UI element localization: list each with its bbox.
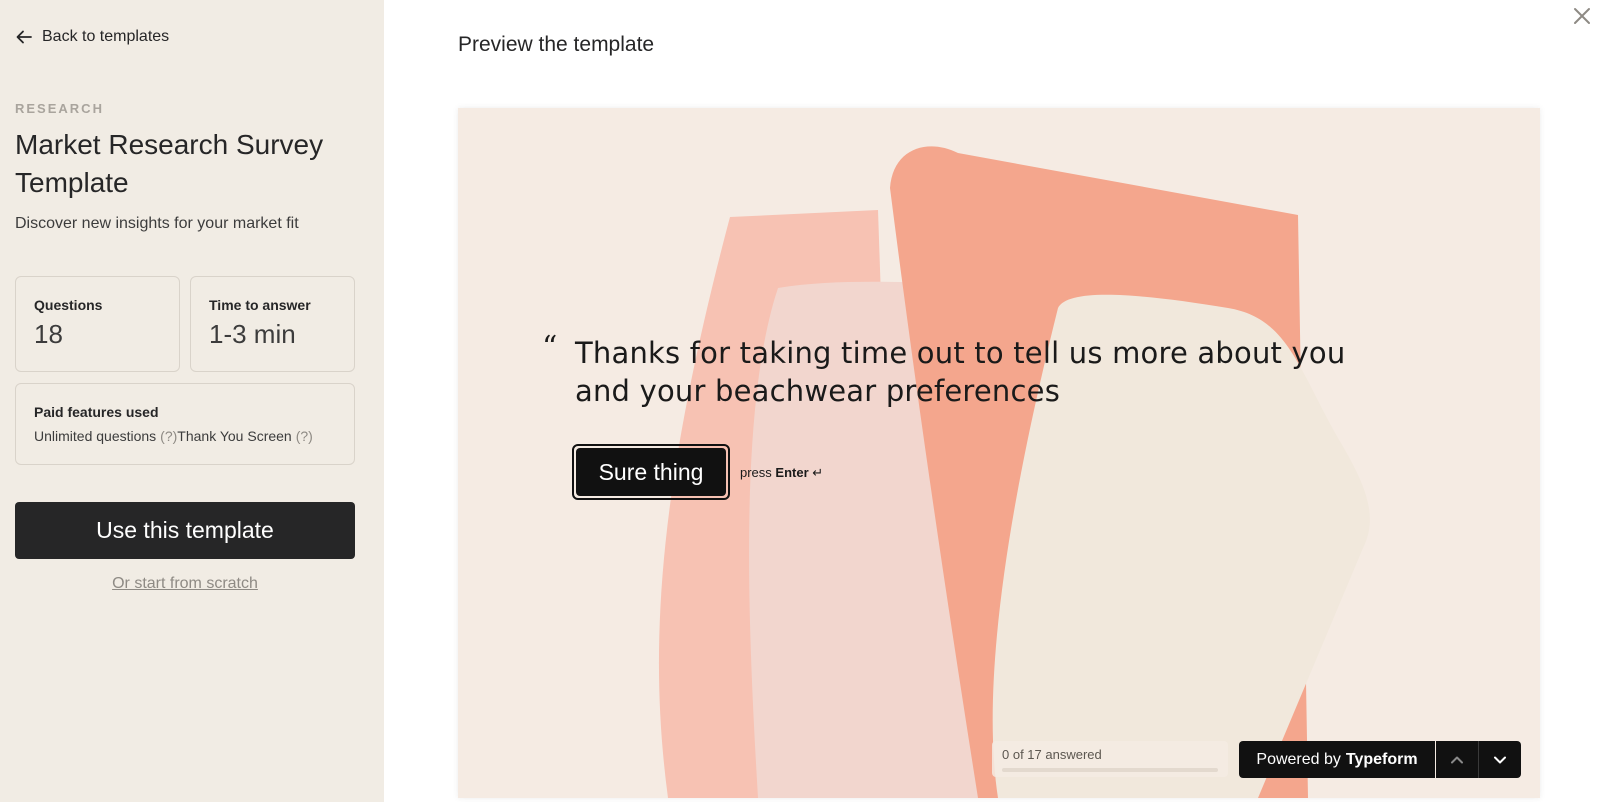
sure-thing-button[interactable]: Sure thing xyxy=(572,444,730,500)
paid-feature-unlimited-questions: Unlimited questions xyxy=(34,428,157,444)
time-value: 1-3 min xyxy=(209,319,296,349)
time-to-answer-card: Time to answer 1-3 min xyxy=(190,276,355,372)
back-to-templates-link[interactable]: Back to templates xyxy=(15,28,169,46)
progress-indicator: 0 of 17 answered xyxy=(992,741,1228,777)
paid-features-list: Unlimited questions (?) Thank You Screen… xyxy=(34,428,313,444)
questions-value: 18 xyxy=(34,319,63,349)
template-title: Market Research Survey Template xyxy=(15,129,324,198)
press-prefix: press xyxy=(740,465,772,480)
paid-features-label: Paid features used xyxy=(34,404,159,420)
arrow-left-icon xyxy=(16,30,32,44)
chevron-up-icon xyxy=(1451,756,1463,763)
powered-by-prefix: Powered by xyxy=(1256,750,1341,768)
help-icon[interactable]: (?) xyxy=(160,428,177,444)
paid-features-card: Paid features used Unlimited questions (… xyxy=(15,383,355,465)
progress-track xyxy=(1002,768,1218,772)
enter-return-icon: ↵ xyxy=(812,465,824,480)
powered-by-typeform-badge[interactable]: Powered by Typeform xyxy=(1239,741,1435,778)
previous-question-button[interactable] xyxy=(1436,741,1478,778)
start-from-scratch-link[interactable]: Or start from scratch xyxy=(15,575,355,593)
template-sidebar: Back to templates RESEARCH Market Resear… xyxy=(0,0,384,802)
typeform-brand: Typeform xyxy=(1345,750,1418,768)
paid-feature-thank-you-screen: Thank You Screen xyxy=(177,428,292,444)
quote-mark: “ xyxy=(542,330,558,365)
help-icon[interactable]: (?) xyxy=(296,428,313,444)
progress-text: 0 of 17 answered xyxy=(1002,747,1102,762)
template-category: RESEARCH xyxy=(15,101,104,116)
close-icon xyxy=(1574,8,1590,24)
enter-key-label: Enter xyxy=(775,465,809,480)
questions-card: Questions 18 xyxy=(15,276,180,372)
back-link-label: Back to templates xyxy=(42,28,170,45)
chevron-down-icon xyxy=(1494,756,1506,763)
template-preview-frame: “ Thanks for taking time out to tell us … xyxy=(458,108,1540,798)
close-button[interactable] xyxy=(1570,4,1594,28)
questions-label: Questions xyxy=(34,297,103,313)
use-template-button[interactable]: Use this template xyxy=(15,502,355,559)
sure-thing-label: Sure thing xyxy=(576,448,726,496)
time-label: Time to answer xyxy=(209,297,311,313)
welcome-screen-text: Thanks for taking time out to tell us mo… xyxy=(575,336,1346,408)
template-description: Discover new insights for your market fi… xyxy=(15,215,299,232)
preview-heading: Preview the template xyxy=(458,33,655,56)
next-question-button[interactable] xyxy=(1479,741,1521,778)
press-enter-hint: press Enter ↵ xyxy=(740,465,823,481)
